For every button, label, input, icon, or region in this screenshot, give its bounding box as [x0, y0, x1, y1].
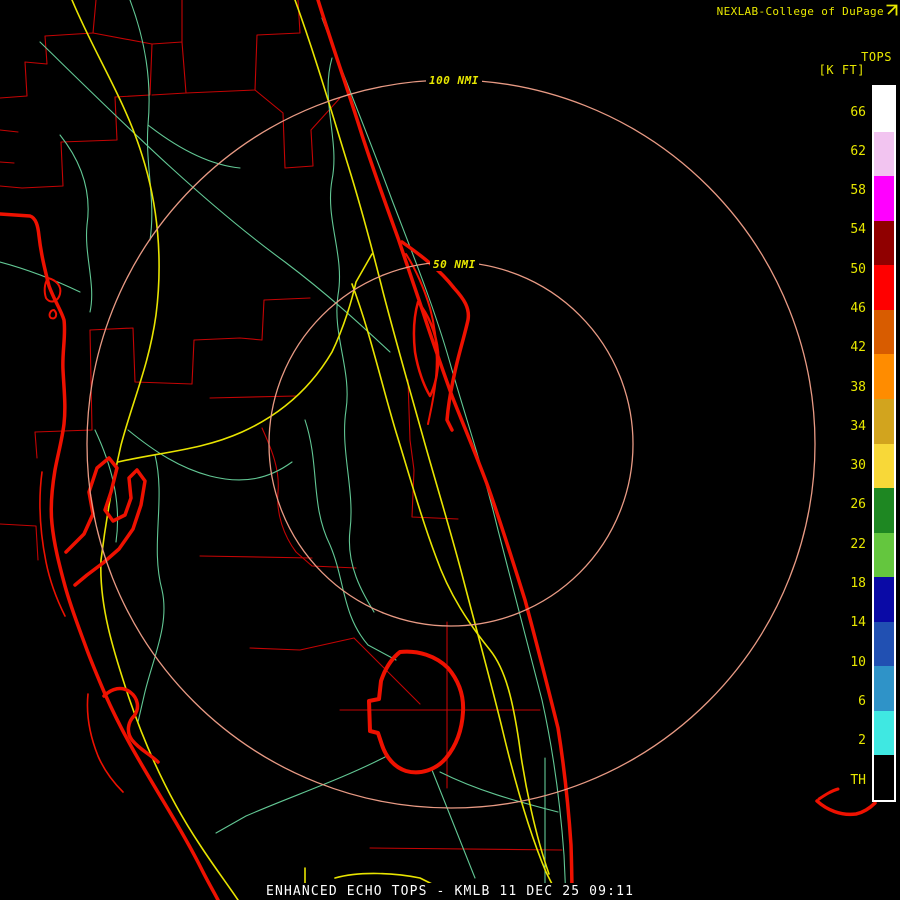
credit-text: NEXLAB-College of DuPage [716, 5, 884, 18]
range-ring-50nmi [268, 261, 634, 627]
range-rings [86, 79, 816, 809]
legend-segment-navy [874, 577, 894, 622]
legend-label-26: 26 [850, 497, 866, 513]
county-boundary-lines [0, 0, 563, 851]
range-ring-100nmi [86, 79, 816, 809]
legend-title-units: [K FT] [818, 63, 865, 77]
bahamas-coast-north [817, 787, 840, 801]
highway-lines [71, 0, 561, 900]
legend-segment-dark-red [874, 220, 894, 266]
cod-flag-icon [886, 4, 898, 16]
legend-segment-steel-blue [874, 666, 894, 711]
legend-label-10: 10 [850, 654, 866, 670]
legend-label-42: 42 [850, 340, 866, 356]
lake-okeechobee [367, 649, 466, 775]
legend-label-6: 6 [858, 693, 866, 709]
legend-label-34: 34 [850, 418, 866, 434]
legend-label-66: 66 [850, 104, 866, 120]
legend-label-38: 38 [850, 379, 866, 395]
river-lines [0, 0, 567, 900]
legend-label-th: TH [850, 772, 866, 788]
legend-label-50: 50 [850, 261, 866, 277]
legend-label-18: 18 [850, 576, 866, 591]
legend-segment-royal-blue [874, 621, 894, 667]
legend-label-14: 14 [850, 615, 866, 631]
legend-label-62: 62 [850, 143, 866, 159]
legend-segment-gold [874, 398, 894, 444]
status-bar-product-title: ENHANCED ECHO TOPS - KMLB 11 DEC 25 09:1… [262, 883, 639, 900]
legend-segment-black [874, 755, 894, 800]
legend-segment-dark-green [874, 488, 894, 533]
legend-title-tops: TOPS [861, 50, 892, 64]
east-coastline [316, 0, 574, 900]
legend-segment-red [874, 265, 894, 310]
legend-segment-magenta [874, 176, 894, 221]
legend-label-30: 30 [850, 458, 866, 474]
legend-segment-orange [874, 354, 894, 399]
legend-segment-burnt-orange [874, 309, 894, 355]
legend-segment-pale-pink [874, 131, 894, 177]
legend-label-46: 46 [850, 301, 866, 316]
legend-label-54: 54 [850, 222, 866, 238]
legend-label-58: 58 [850, 183, 866, 199]
bahamas-coast-south [815, 799, 877, 817]
tampa-bay [64, 456, 147, 587]
legend-segment-cyan [874, 710, 894, 756]
legend-label-2: 2 [858, 733, 866, 749]
coastline [0, 0, 877, 900]
florida-radar-map [0, 0, 877, 900]
coastal-islet-small [48, 309, 58, 320]
legend-segment-light-green [874, 532, 894, 578]
range-ring-label-100nmi: 100 NMI [426, 74, 482, 87]
gulf-barrier-island-south [86, 693, 124, 793]
legend-label-22: 22 [850, 536, 866, 552]
legend-segment-white [874, 87, 894, 132]
legend-color-scale [872, 85, 896, 802]
legend-segment-yellow [874, 443, 894, 489]
radar-display: { "header": { "credit": "NEXLAB-College … [0, 0, 900, 900]
range-ring-label-50nmi: 50 NMI [430, 258, 479, 271]
